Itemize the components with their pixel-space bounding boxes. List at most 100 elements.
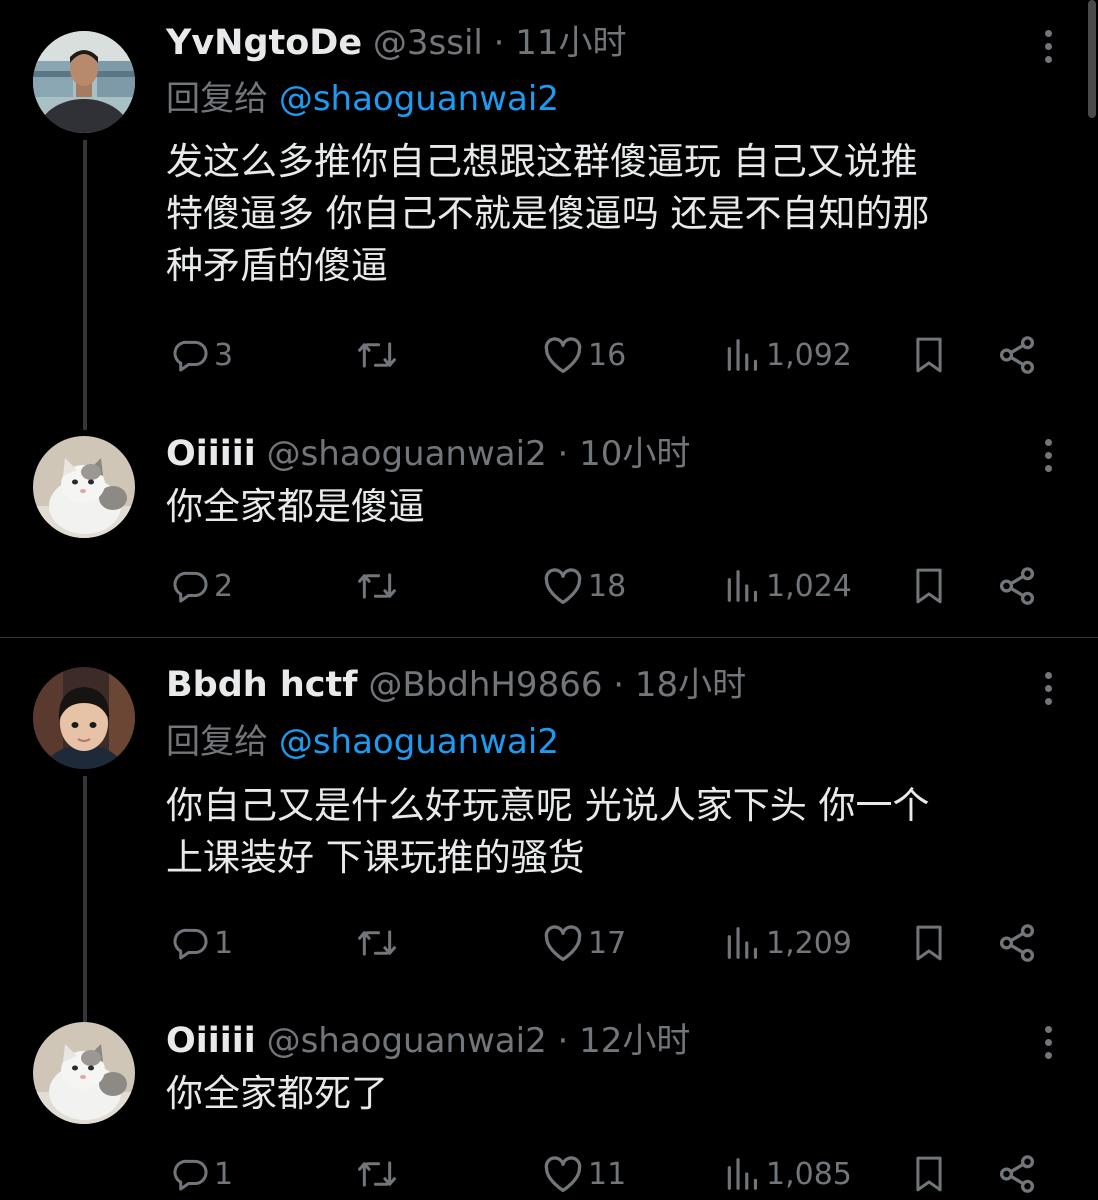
more-icon[interactable] xyxy=(1042,1024,1054,1062)
tweet-header: Bbdh hctf @BbdhH9866 · 18小时 xyxy=(166,660,746,710)
like-count: 16 xyxy=(588,337,627,373)
reply-icon xyxy=(173,340,208,372)
boy-avatar xyxy=(33,667,135,769)
user-handle[interactable]: @BbdhH9866 xyxy=(368,665,602,705)
reply-context: 回复给 @shaoguanwai2 xyxy=(166,74,559,124)
avatar[interactable] xyxy=(33,1022,135,1124)
like-count: 18 xyxy=(588,568,627,604)
like-count: 11 xyxy=(588,1156,627,1192)
separator-dot: · xyxy=(557,434,569,474)
share-button[interactable] xyxy=(996,330,1038,380)
display-name[interactable]: Oiiiii xyxy=(166,1021,256,1061)
reply-count: 2 xyxy=(214,568,234,604)
reply-button[interactable]: 1 xyxy=(172,918,233,968)
display-name[interactable]: YvNgtoDe xyxy=(166,23,362,63)
bookmark-button[interactable] xyxy=(910,330,948,380)
heart-icon xyxy=(544,1156,582,1193)
man-avatar xyxy=(33,31,135,133)
share-icon xyxy=(999,336,1035,374)
bookmark-icon xyxy=(916,925,942,961)
share-button[interactable] xyxy=(996,1149,1038,1199)
user-handle[interactable]: @shaoguanwai2 xyxy=(267,434,547,474)
bookmark-button[interactable] xyxy=(910,1149,948,1199)
timestamp[interactable]: 11小时 xyxy=(515,23,626,63)
like-button[interactable]: 11 xyxy=(542,1149,626,1199)
tweet-text: 发这么多推你自己想跟这群傻逼玩 自己又说推 特傻逼多 你自己不就是傻逼吗 还是不… xyxy=(166,140,930,287)
avatar[interactable] xyxy=(33,31,135,133)
reply-context: 回复给 @shaoguanwai2 xyxy=(166,717,559,767)
separator-dot: · xyxy=(613,665,625,705)
retweet-button[interactable] xyxy=(356,1149,402,1199)
like-button[interactable]: 17 xyxy=(542,918,626,968)
avatar[interactable] xyxy=(33,667,135,769)
reply-button[interactable]: 2 xyxy=(172,561,233,611)
display-name[interactable]: Bbdh hctf xyxy=(166,665,358,705)
retweet-button[interactable] xyxy=(356,330,402,380)
reply-icon xyxy=(173,1159,208,1191)
tweet-header: YvNgtoDe @3ssil · 11小时 xyxy=(166,18,627,68)
heart-icon xyxy=(544,925,582,962)
retweet-icon xyxy=(358,1161,396,1187)
avatar[interactable] xyxy=(33,436,135,538)
views-button[interactable]: 1,092 xyxy=(722,330,852,380)
reply-label: 回复给 xyxy=(166,79,268,119)
share-button[interactable] xyxy=(996,918,1038,968)
tweet-text: 你全家都死了 xyxy=(166,1072,388,1115)
tweet-actions: 1 17 1,209 xyxy=(166,918,1046,968)
views-icon xyxy=(727,570,758,602)
like-button[interactable]: 16 xyxy=(542,330,626,380)
views-button[interactable]: 1,209 xyxy=(722,918,852,968)
views-button[interactable]: 1,085 xyxy=(722,1149,852,1199)
more-icon[interactable] xyxy=(1042,28,1054,66)
tweet-actions: 3 16 1,092 xyxy=(166,330,1046,380)
reply-icon xyxy=(173,928,208,960)
reply-count: 3 xyxy=(214,337,234,373)
thread-connector xyxy=(83,140,87,430)
separator-dot: · xyxy=(493,23,505,63)
bookmark-icon xyxy=(916,568,942,604)
retweet-icon xyxy=(358,342,396,368)
tweet-text: 你全家都是傻逼 xyxy=(166,485,425,528)
views-button[interactable]: 1,024 xyxy=(722,561,852,611)
views-count: 1,092 xyxy=(766,337,852,373)
timestamp[interactable]: 12小时 xyxy=(579,1021,690,1061)
like-count: 17 xyxy=(588,925,627,961)
views-icon xyxy=(727,339,758,371)
share-button[interactable] xyxy=(996,561,1038,611)
user-handle[interactable]: @shaoguanwai2 xyxy=(267,1021,547,1061)
reply-label: 回复给 xyxy=(166,722,268,762)
reply-button[interactable]: 1 xyxy=(172,1149,233,1199)
more-icon[interactable] xyxy=(1042,437,1054,475)
scrollbar[interactable] xyxy=(1088,0,1096,118)
bookmark-button[interactable] xyxy=(910,918,948,968)
reply-count: 1 xyxy=(214,1156,234,1192)
tweet-actions: 1 11 1,085 xyxy=(166,1149,1046,1199)
views-icon xyxy=(727,927,758,959)
views-count: 1,024 xyxy=(766,568,852,604)
views-icon xyxy=(727,1158,758,1190)
cat-avatar xyxy=(33,1022,135,1124)
timestamp[interactable]: 10小时 xyxy=(579,434,690,474)
display-name[interactable]: Oiiiii xyxy=(166,434,256,474)
separator-dot: · xyxy=(557,1021,569,1061)
bookmark-icon xyxy=(916,1156,942,1192)
reply-mention-link[interactable]: @shaoguanwai2 xyxy=(279,79,559,119)
tweet-header: Oiiiii @shaoguanwai2 · 12小时 xyxy=(166,1016,690,1066)
reply-icon xyxy=(173,571,208,603)
tweet-actions: 2 18 1,024 xyxy=(166,561,1046,611)
retweet-button[interactable] xyxy=(356,918,402,968)
views-count: 1,209 xyxy=(766,925,852,961)
bookmark-button[interactable] xyxy=(910,561,948,611)
timestamp[interactable]: 18小时 xyxy=(635,665,746,705)
thread-divider xyxy=(0,637,1098,638)
more-icon[interactable] xyxy=(1042,670,1054,708)
like-button[interactable]: 18 xyxy=(542,561,626,611)
share-icon xyxy=(999,924,1035,962)
share-icon xyxy=(999,1155,1035,1193)
reply-button[interactable]: 3 xyxy=(172,330,233,380)
reply-mention-link[interactable]: @shaoguanwai2 xyxy=(279,722,559,762)
user-handle[interactable]: @3ssil xyxy=(373,23,483,63)
retweet-icon xyxy=(358,930,396,956)
heart-icon xyxy=(544,568,582,605)
retweet-button[interactable] xyxy=(356,561,402,611)
